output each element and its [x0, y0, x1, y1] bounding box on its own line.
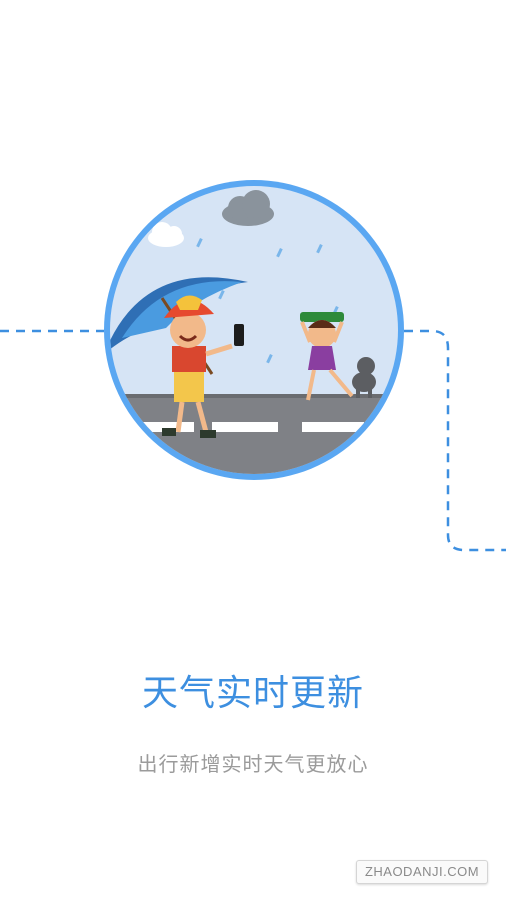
crosswalk-stripe [212, 422, 278, 432]
watermark-badge: ZHAODANJI.COM [356, 860, 488, 884]
phone-icon [234, 324, 244, 346]
road [110, 394, 398, 474]
page-subtitle: 出行新增实时天气更放心 [137, 752, 369, 776]
page-title: 天气实时更新 [141, 673, 364, 714]
weather-illustration [104, 180, 404, 480]
crosswalk-stripe [302, 422, 364, 432]
